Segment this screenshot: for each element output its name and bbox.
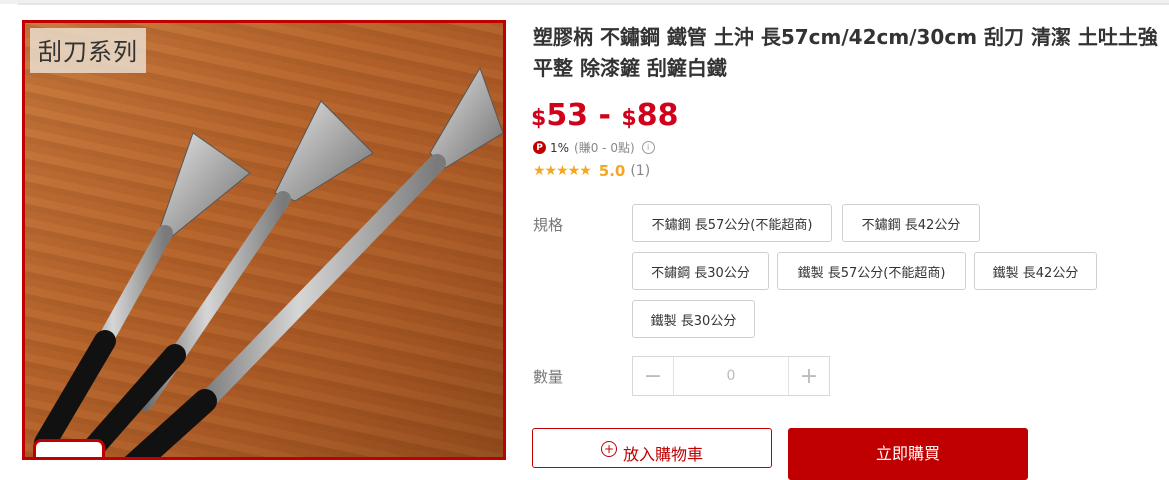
price-currency: $ (531, 106, 547, 131)
rating-score: 5.0 (598, 162, 626, 180)
quantity-increase-button[interactable]: + (788, 357, 829, 395)
add-to-cart-button[interactable]: + 放入購物車 (532, 428, 772, 468)
spec-option-stainless-57[interactable]: 不鏽鋼 長57公分(不能超商) (632, 204, 832, 242)
price-min: 53 (546, 98, 589, 133)
quantity-label: 數量 (533, 368, 564, 386)
spec-option-iron-42[interactable]: 鐵製 長42公分 (974, 252, 1097, 290)
plus-circle-icon: + (600, 441, 617, 457)
info-icon[interactable]: i (641, 141, 655, 154)
spec-option-iron-30[interactable]: 鐵製 長30公分 (632, 300, 755, 338)
points-earn: (賺0 - 0點) (574, 141, 635, 155)
quantity-input[interactable]: 0 (674, 357, 788, 395)
add-to-cart-label: 放入購物車 (622, 445, 703, 464)
spec-option-iron-57[interactable]: 鐵製 長57公分(不能超商) (777, 252, 966, 290)
points-info: P 1% (賺0 - 0點) i (533, 139, 655, 156)
quantity-stepper: − 0 + (632, 356, 830, 396)
thumbnail-selected[interactable] (33, 439, 105, 457)
product-title: 塑膠柄 不鏽鋼 鐵管 土沖 長57cm/42cm/30cm 刮刀 清潔 土吐土強… (533, 25, 1158, 80)
spec-option-stainless-30[interactable]: 不鏽鋼 長30公分 (632, 252, 769, 290)
price-separator: - (588, 98, 622, 133)
price-max: 88 (636, 98, 679, 133)
spec-label: 規格 (533, 216, 564, 234)
product-image[interactable]: 刮刀系列 (22, 20, 506, 460)
star-rating-icons: ★★★★★ (533, 163, 592, 179)
rating[interactable]: ★★★★★ 5.0 (1) (533, 162, 650, 180)
rating-count: (1) (630, 163, 651, 179)
buy-now-button[interactable]: 立即購買 (788, 428, 1028, 480)
buy-now-label: 立即購買 (875, 444, 940, 463)
scrapers-illustration (34, 66, 503, 457)
price-currency-max: $ (621, 106, 637, 131)
spec-option-stainless-42[interactable]: 不鏽鋼 長42公分 (842, 204, 980, 242)
price-range: $53 - $88 (531, 98, 678, 133)
quantity-decrease-button[interactable]: − (633, 357, 674, 395)
image-caption: 刮刀系列 (30, 28, 146, 73)
points-icon: P (533, 141, 546, 154)
top-divider (18, 3, 1169, 5)
points-rate: 1% (550, 140, 570, 155)
